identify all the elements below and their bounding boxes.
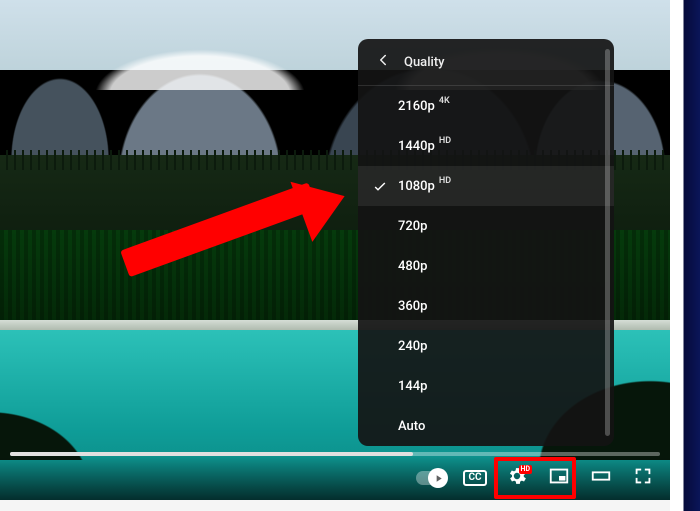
settings-button[interactable]: HD [500,461,534,495]
quality-menu: Quality 2160p 4K 1440p HD 1080p HD 720p 480p 360… [358,39,614,446]
quality-option-720p[interactable]: 720p [358,206,614,246]
quality-option-1080p[interactable]: 1080p HD [358,166,614,206]
autoplay-toggle[interactable] [412,461,450,495]
quality-label: 144p [398,379,427,394]
theater-icon [590,465,612,491]
quality-badge: 4K [439,96,450,106]
quality-label: 1080p [398,179,435,194]
quality-label: 480p [398,259,427,274]
quality-label: Auto [398,419,425,434]
subtitles-button[interactable]: CC [458,461,492,495]
miniplayer-button[interactable] [542,461,576,495]
quality-option-360p[interactable]: 360p [358,286,614,326]
video-player: Quality 2160p 4K 1440p HD 1080p HD 720p 480p 360… [0,0,670,500]
quality-label: 360p [398,299,427,314]
cc-icon: CC [463,470,486,486]
quality-label: 240p [398,339,427,354]
quality-option-auto[interactable]: Auto [358,406,614,446]
player-controls: CC HD [0,456,670,500]
miniplayer-icon [548,465,570,491]
settings-hd-badge: HD [519,465,533,474]
quality-option-2160p[interactable]: 2160p 4K [358,86,614,126]
quality-badge: HD [439,176,451,186]
quality-label: 720p [398,219,427,234]
fullscreen-button[interactable] [626,461,660,495]
quality-option-1440p[interactable]: 1440p HD [358,126,614,166]
theater-mode-button[interactable] [584,461,618,495]
back-icon[interactable] [374,51,392,73]
fullscreen-icon [632,465,654,491]
quality-menu-header[interactable]: Quality [358,39,614,86]
quality-option-240p[interactable]: 240p [358,326,614,366]
quality-label: 2160p [398,99,435,114]
check-icon [372,178,388,194]
quality-badge: HD [439,136,451,146]
quality-option-144p[interactable]: 144p [358,366,614,406]
quality-option-480p[interactable]: 480p [358,246,614,286]
quality-menu-title: Quality [404,55,445,70]
quality-label: 1440p [398,139,435,154]
window-edge [670,0,700,511]
